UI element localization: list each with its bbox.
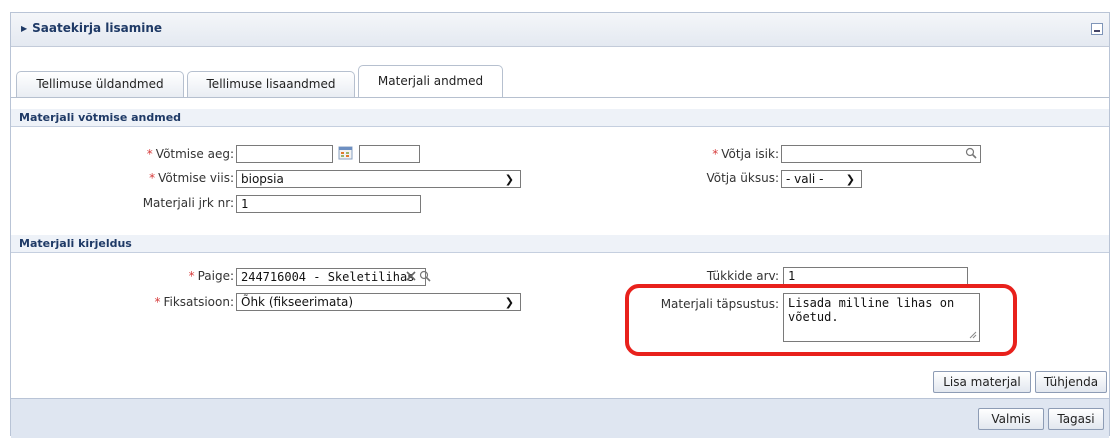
fixation-label: * Fiksatsioon:: [154, 295, 234, 309]
pieces-count-label: Tükkide arv:: [706, 269, 779, 283]
search-icon[interactable]: [964, 146, 980, 162]
pieces-count-input[interactable]: 1: [783, 267, 968, 285]
search-icon[interactable]: [418, 269, 434, 285]
add-material-button[interactable]: Lisa materjal: [933, 371, 1031, 393]
material-seq-label: Materjali jrk nr:: [142, 196, 234, 210]
tab-order-additional[interactable]: Tellimuse lisaandmed: [187, 71, 355, 97]
clear-button[interactable]: Tühjenda: [1035, 371, 1107, 393]
site-label: * Paige:: [188, 269, 234, 283]
panel-header[interactable]: ▶ Saatekirja lisamine: [11, 13, 1109, 47]
tab-order-general[interactable]: Tellimuse üldandmed: [16, 71, 184, 97]
taker-unit-label: Võtja üksus:: [706, 171, 779, 185]
collection-method-label: * Võtmise viis:: [149, 171, 234, 185]
done-button[interactable]: Valmis: [978, 408, 1044, 430]
back-button[interactable]: Tagasi: [1048, 408, 1104, 430]
panel-footer: Valmis Tagasi: [11, 398, 1109, 438]
calendar-icon[interactable]: [338, 145, 354, 161]
tab-divider: [11, 97, 1109, 98]
collapse-icon[interactable]: [1091, 23, 1103, 35]
panel-title: ▶ Saatekirja lisamine: [21, 21, 162, 35]
section-description-title: Materjali kirjeldus: [19, 237, 132, 250]
panel-title-text: Saatekirja lisamine: [32, 21, 163, 35]
chevron-down-icon: ❯: [845, 173, 855, 186]
highlight-annotation: [625, 284, 1017, 356]
expand-arrow-icon: ▶: [21, 24, 28, 33]
collection-date-input[interactable]: [236, 145, 333, 163]
material-seq-input[interactable]: 1: [236, 195, 421, 213]
taker-person-label: * Võtja isik:: [712, 147, 779, 161]
collection-time-label: * Võtmise aeg:: [146, 147, 234, 161]
fixation-select[interactable]: Õhk (fikseerimata) ❯: [236, 293, 521, 311]
tab-material-data[interactable]: Materjali andmed: [358, 65, 503, 98]
tab-bar: Tellimuse üldandmed Tellimuse lisaandmed…: [11, 47, 1109, 98]
collection-method-select[interactable]: biopsia ❯: [236, 170, 521, 188]
taker-person-input[interactable]: [781, 145, 981, 163]
chevron-down-icon: ❯: [504, 173, 514, 186]
taker-unit-select[interactable]: - vali - ❯: [781, 170, 862, 188]
section-collection-title: Materjali võtmise andmed: [19, 111, 182, 124]
section-description-header: Materjali kirjeldus: [11, 235, 1109, 253]
site-input[interactable]: 244716004 - Skeletilihas: [236, 268, 426, 286]
form-panel: ▶ Saatekirja lisamine Tellimuse üldandmed…: [10, 12, 1110, 438]
collection-time-input[interactable]: [359, 145, 420, 163]
section-collection-header: Materjali võtmise andmed: [11, 109, 1109, 127]
chevron-down-icon: ❯: [504, 296, 514, 309]
